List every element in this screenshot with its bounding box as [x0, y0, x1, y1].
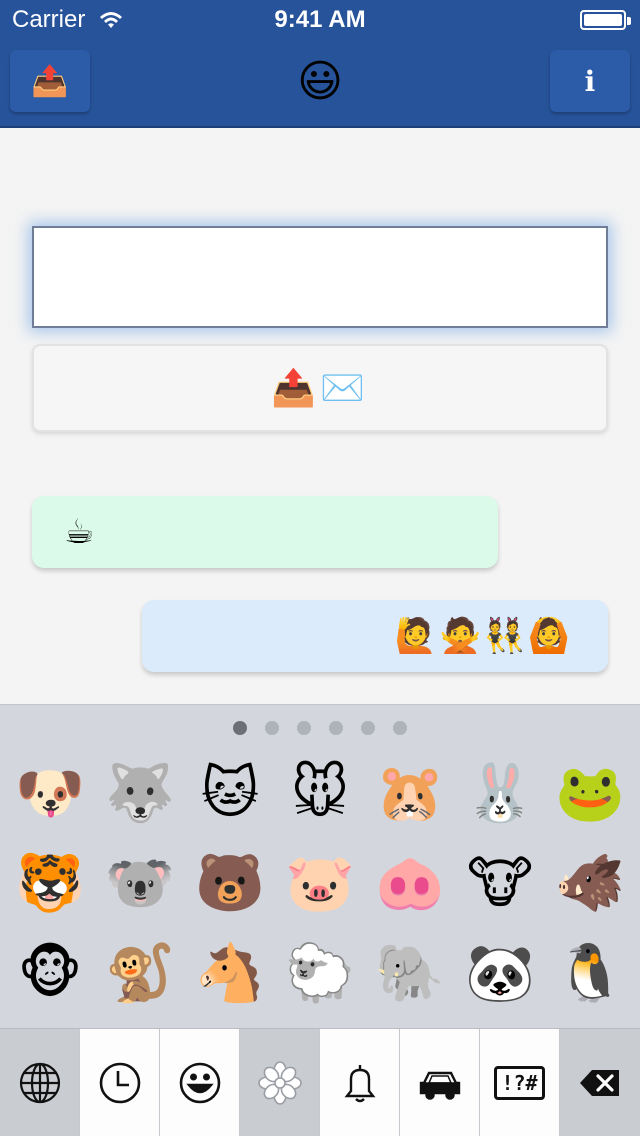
battery-icon	[580, 10, 631, 30]
emoji-key[interactable]: 🐨	[95, 839, 185, 929]
page-dot[interactable]	[233, 721, 247, 735]
tab-recent[interactable]	[80, 1029, 160, 1136]
category-bar: !?#	[0, 1028, 640, 1136]
tab-places[interactable]	[400, 1029, 480, 1136]
emoji-key[interactable]: 🐧	[545, 929, 635, 1019]
message-text: 🙋🙅👯🙆	[394, 616, 572, 656]
emoji-key[interactable]: 🐹	[365, 749, 455, 839]
page-dot[interactable]	[393, 721, 407, 735]
emoji-key[interactable]: 🐮	[455, 839, 545, 929]
emoji-key[interactable]: 🐷	[275, 839, 365, 929]
emoji-key[interactable]: 🐻	[185, 839, 275, 929]
car-icon	[419, 1071, 460, 1100]
page-dot[interactable]	[361, 721, 375, 735]
emoji-key[interactable]: 🐘	[365, 929, 455, 1019]
bell-icon	[344, 1065, 375, 1103]
emoji-key[interactable]: 🐭	[275, 749, 365, 839]
emoji-keyboard: 🐶 🐺 🐱 🐭 🐹 🐰 🐸 🐯 🐨 🐻 🐷 🐽 🐮 🐗 🐵 🐒 🐴 🐑 🐘 🐼 🐧	[0, 704, 640, 1030]
symbols-icon: !?#	[494, 1066, 545, 1100]
emoji-grid: 🐶 🐺 🐱 🐭 🐹 🐰 🐸 🐯 🐨 🐻 🐷 🐽 🐮 🐗 🐵 🐒 🐴 🐑 🐘 🐼 🐧	[5, 749, 635, 1019]
emoji-key[interactable]: 🐗	[545, 839, 635, 929]
emoji-key[interactable]: 🐑	[275, 929, 365, 1019]
message-input[interactable]	[32, 226, 608, 328]
page-indicator[interactable]	[0, 721, 640, 735]
delete-icon	[580, 1070, 619, 1096]
info-icon: i	[584, 64, 596, 98]
page-dot[interactable]	[297, 721, 311, 735]
clock-icon	[99, 1062, 140, 1104]
page-dot[interactable]	[329, 721, 343, 735]
emoji-key[interactable]: 🐼	[455, 929, 545, 1019]
emoji-key[interactable]: 🐯	[5, 839, 95, 929]
message-text: ☕	[64, 512, 95, 552]
emoji-key[interactable]: 🐸	[545, 749, 635, 839]
message-bubble-incoming[interactable]: ☕	[32, 496, 498, 568]
message-bubble-outgoing[interactable]: 🙋🙅👯🙆	[142, 600, 608, 672]
tab-objects[interactable]	[320, 1029, 400, 1136]
tab-nature[interactable]	[240, 1029, 320, 1136]
emoji-key[interactable]: 🐒	[95, 929, 185, 1019]
emoji-key[interactable]: 🐶	[5, 749, 95, 839]
emoji-key[interactable]: 🐵	[5, 929, 95, 1019]
emoji-key[interactable]: 🐽	[365, 839, 455, 929]
emoji-key[interactable]: 🐰	[455, 749, 545, 839]
status-time: 9:41 AM	[274, 6, 366, 33]
globe-icon	[19, 1062, 60, 1104]
page-dot[interactable]	[265, 721, 279, 735]
status-bar: Carrier 9:41 AM	[0, 0, 640, 40]
flower-icon	[257, 1061, 302, 1105]
send-label: 📤✉️	[271, 368, 369, 409]
nav-title: 😃	[297, 56, 343, 107]
tab-symbols[interactable]: !?#	[480, 1029, 560, 1136]
send-button[interactable]: 📤✉️	[32, 344, 608, 432]
emoji-key[interactable]: 🐺	[95, 749, 185, 839]
emoji-key[interactable]: 🐴	[185, 929, 275, 1019]
globe-key[interactable]	[0, 1029, 80, 1136]
delete-key[interactable]	[560, 1029, 640, 1136]
smiley-icon	[179, 1062, 220, 1104]
navigation-bar: Carrier 9:41 AM 📤 😃 i	[0, 0, 640, 128]
tab-people[interactable]	[160, 1029, 240, 1136]
emoji-key[interactable]: 🐱	[185, 749, 275, 839]
info-button[interactable]: i	[550, 50, 630, 112]
